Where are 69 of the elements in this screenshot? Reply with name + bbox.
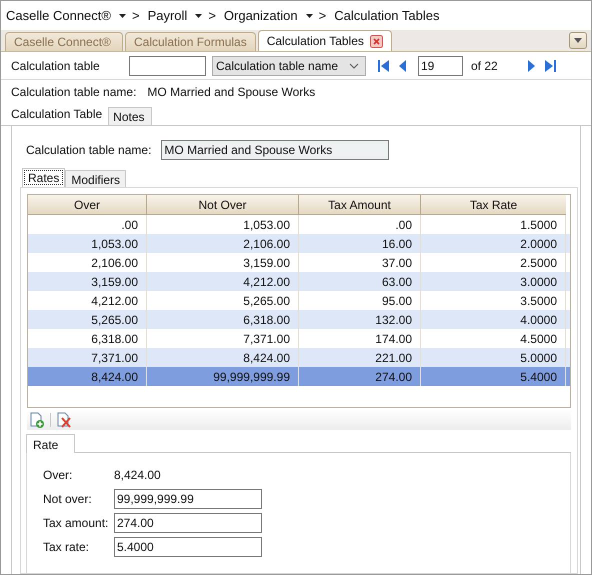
table-cell: 2,106.00 bbox=[147, 234, 299, 253]
table-row[interactable]: 3,159.00 4,212.00 63.00 3.0000 bbox=[28, 272, 570, 291]
table-cell: 63.00 bbox=[299, 272, 421, 291]
detail-tab[interactable]: Rate bbox=[26, 434, 76, 453]
last-record-icon[interactable] bbox=[544, 60, 556, 72]
column-header[interactable]: Tax Rate bbox=[421, 195, 566, 215]
input-field[interactable]: 99,999,999.99 bbox=[114, 489, 262, 509]
add-row-icon[interactable] bbox=[29, 412, 45, 428]
document-tab[interactable]: Calculation Tables bbox=[258, 30, 392, 51]
breadcrumb-separator: > bbox=[208, 8, 216, 23]
table-cell: 274.00 bbox=[299, 367, 421, 386]
input-field[interactable]: 5.4000 bbox=[114, 537, 262, 557]
section-tab[interactable]: Notes bbox=[108, 107, 152, 125]
document-tab[interactable]: Calculation Formulas bbox=[125, 32, 256, 51]
table-row[interactable]: 1,053.00 2,106.00 16.00 2.0000 bbox=[28, 234, 570, 253]
table-cell: 2.0000 bbox=[421, 234, 566, 253]
table-cell: 3,159.00 bbox=[28, 272, 147, 291]
column-header[interactable]: Tax Amount bbox=[299, 195, 421, 215]
dropdown[interactable]: Calculation table name bbox=[212, 56, 366, 76]
caret-icon[interactable] bbox=[118, 14, 126, 18]
table-cell: 4,212.00 bbox=[147, 272, 299, 291]
field-label: Calculation table name: bbox=[26, 143, 152, 157]
table-cell: 8,424.00 bbox=[28, 367, 147, 386]
table-row[interactable]: 7,371.00 8,424.00 221.00 5.0000 bbox=[28, 348, 570, 367]
chevron-down-icon[interactable] bbox=[349, 62, 359, 68]
breadcrumb-separator: > bbox=[318, 8, 326, 23]
breadcrumb-item[interactable]: Organization bbox=[224, 8, 298, 23]
table-row[interactable]: 8,424.00 99,999,999.99 274.00 5.4000 bbox=[28, 367, 570, 386]
caret-icon[interactable] bbox=[306, 14, 313, 18]
field-label: Not over: bbox=[43, 492, 93, 506]
name-label: Calculation table name: bbox=[11, 85, 136, 101]
toolbar-label: Calculation table bbox=[11, 58, 101, 72]
table-row[interactable]: 5,265.00 6,318.00 132.00 4.0000 bbox=[28, 310, 570, 329]
grid-tab[interactable]: Modifiers bbox=[65, 170, 126, 187]
field-label: Tax amount: bbox=[43, 516, 110, 530]
next-record-icon[interactable] bbox=[528, 60, 535, 72]
table-cell: 99,999,999.99 bbox=[147, 367, 299, 386]
table-cell: 16.00 bbox=[299, 234, 421, 253]
breadcrumb-item[interactable]: Caselle Connect® bbox=[6, 8, 111, 23]
name-value: MO Married and Spouse Works bbox=[147, 85, 316, 101]
previous-record-icon[interactable] bbox=[399, 60, 406, 72]
record-count: of 22 bbox=[471, 58, 498, 72]
breadcrumb-item[interactable]: Calculation Tables bbox=[334, 8, 440, 23]
table-cell: 5,265.00 bbox=[28, 310, 147, 329]
column-header[interactable]: Not Over bbox=[147, 195, 299, 215]
table-cell: 5.4000 bbox=[421, 367, 566, 386]
breadcrumb-item[interactable]: Payroll bbox=[148, 8, 188, 23]
close-icon[interactable] bbox=[370, 34, 383, 48]
breadcrumb-separator: > bbox=[132, 8, 140, 23]
name-field[interactable]: MO Married and Spouse Works bbox=[161, 140, 390, 160]
caret-icon[interactable] bbox=[574, 38, 582, 43]
search-field[interactable] bbox=[129, 56, 206, 76]
field-label: Over: bbox=[43, 468, 74, 482]
table-cell: 132.00 bbox=[299, 310, 421, 329]
input-field[interactable]: 274.00 bbox=[114, 513, 262, 533]
field-label: Tax rate: bbox=[43, 540, 90, 554]
column-header[interactable]: Over bbox=[28, 195, 147, 215]
grid-tab[interactable]: Rates bbox=[22, 168, 66, 187]
field-value: 8,424.00 bbox=[114, 468, 161, 482]
record-number-field[interactable]: 19 bbox=[418, 56, 463, 76]
delete-row-icon[interactable] bbox=[56, 412, 72, 428]
first-record-icon[interactable] bbox=[378, 60, 389, 72]
table-cell: 4.0000 bbox=[421, 310, 566, 329]
table-cell: 3.0000 bbox=[421, 272, 566, 291]
table-cell: 6,318.00 bbox=[147, 310, 299, 329]
tab-menu-button[interactable] bbox=[569, 32, 587, 49]
table-cell: 1,053.00 bbox=[28, 234, 147, 253]
caret-icon[interactable] bbox=[195, 14, 202, 18]
document-tab[interactable]: Caselle Connect® bbox=[5, 32, 123, 51]
